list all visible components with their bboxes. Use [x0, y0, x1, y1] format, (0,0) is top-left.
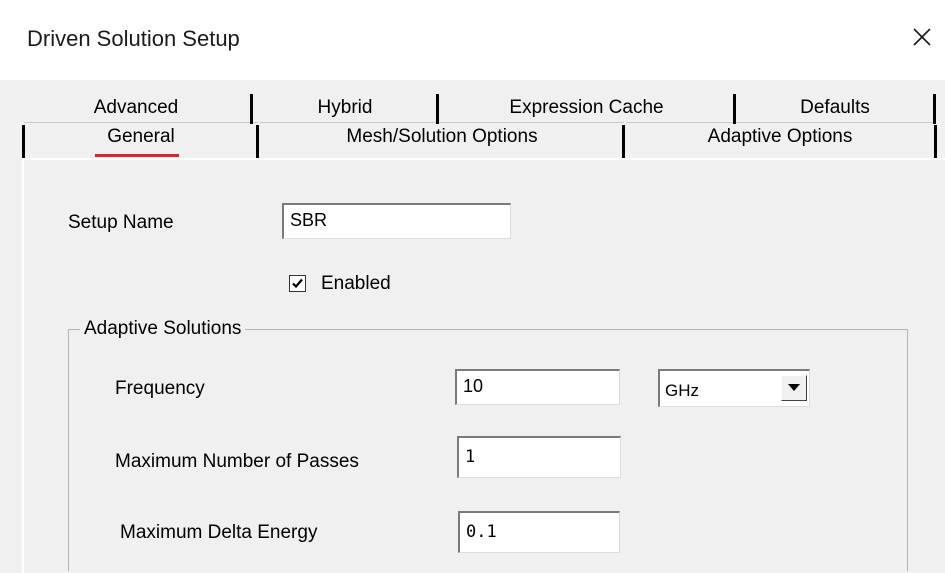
tab-separator — [436, 94, 439, 124]
tab-expression-cache[interactable]: Expression Cache — [440, 94, 733, 122]
tab-separator — [934, 125, 937, 159]
close-button[interactable] — [905, 20, 939, 54]
adaptive-solutions-legend: Adaptive Solutions — [80, 318, 246, 340]
frequency-label: Frequency — [115, 378, 205, 399]
check-icon — [292, 278, 303, 289]
enabled-checkbox[interactable] — [289, 275, 306, 292]
tab-defaults[interactable]: Defaults — [735, 94, 935, 122]
enabled-label: Enabled — [321, 273, 391, 294]
setup-name-input[interactable]: SBR — [282, 203, 511, 239]
frequency-unit-select[interactable]: GHz — [658, 369, 810, 407]
max-passes-input[interactable]: 1 — [457, 436, 621, 478]
tab-hybrid[interactable]: Hybrid — [252, 94, 438, 122]
dropdown-button[interactable] — [781, 375, 807, 401]
tab-advanced[interactable]: Advanced — [22, 94, 250, 122]
tab-general[interactable]: General — [24, 122, 258, 152]
max-delta-energy-label: Maximum Delta Energy — [120, 522, 318, 543]
active-tab-indicator — [95, 154, 179, 157]
frequency-input[interactable]: 10 — [455, 369, 620, 405]
title-bar: Driven Solution Setup — [0, 0, 945, 80]
tab-mesh-solution-options[interactable]: Mesh/Solution Options — [260, 122, 624, 152]
tab-adaptive-options[interactable]: Adaptive Options — [626, 122, 934, 152]
setup-name-label: Setup Name — [68, 212, 174, 233]
tab-separator — [933, 94, 936, 124]
window-title: Driven Solution Setup — [27, 26, 240, 51]
max-passes-label: Maximum Number of Passes — [115, 451, 359, 472]
tab-separator — [622, 125, 625, 159]
tab-separator — [733, 94, 736, 124]
close-icon — [913, 28, 931, 46]
max-delta-energy-input[interactable]: 0.1 — [458, 511, 620, 553]
tab-separator — [22, 125, 25, 159]
chevron-down-icon — [788, 384, 800, 391]
tab-separator — [250, 94, 253, 124]
frequency-unit-value: GHz — [665, 381, 699, 400]
tab-separator — [256, 125, 259, 159]
